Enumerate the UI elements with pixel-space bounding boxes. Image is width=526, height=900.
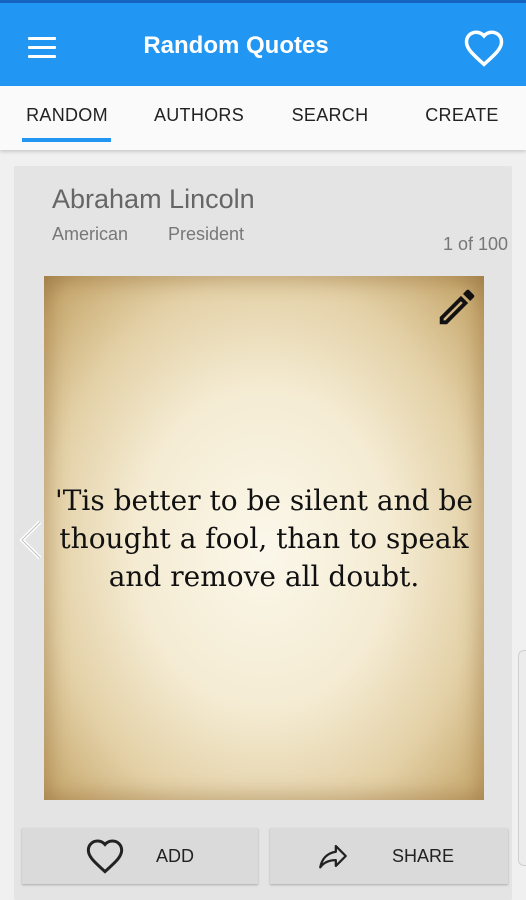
quote-line: and remove all doubt. xyxy=(108,560,420,593)
tab-authors[interactable]: AUTHORS xyxy=(140,86,258,150)
pencil-icon xyxy=(439,289,475,325)
heart-outline-icon xyxy=(464,30,504,67)
heart-outline-icon xyxy=(86,839,124,874)
edge-handle[interactable] xyxy=(518,650,526,866)
app-title: Random Quotes xyxy=(143,32,329,59)
author-name[interactable]: Abraham Lincoln xyxy=(52,184,255,215)
add-label: ADD xyxy=(156,846,195,866)
tab-search[interactable]: SEARCH xyxy=(276,86,384,150)
tab-bar: RANDOM AUTHORS SEARCH CREATE xyxy=(0,86,526,150)
previous-quote-button[interactable] xyxy=(14,518,46,562)
active-tab-indicator xyxy=(22,138,111,142)
favorites-button[interactable] xyxy=(462,27,506,69)
share-label: SHARE xyxy=(392,846,455,866)
app-bar: Random Quotes xyxy=(0,0,526,86)
author-nationality: American xyxy=(52,224,129,244)
edit-quote-button[interactable] xyxy=(434,284,480,330)
share-arrow-icon xyxy=(319,844,347,869)
tab-create[interactable]: CREATE xyxy=(408,86,516,150)
add-favorite-button[interactable]: ADD xyxy=(22,828,258,884)
quote-image: 'Tis better to be silent and be thought … xyxy=(44,276,484,800)
quote-line: thought a fool, than to speak xyxy=(59,522,469,555)
quote-text: 'Tis better to be silent and be thought … xyxy=(44,482,484,596)
quote-line: 'Tis better to be silent and be xyxy=(55,484,473,517)
author-profession: President xyxy=(168,224,245,244)
share-button[interactable]: SHARE xyxy=(270,828,508,884)
chevron-left-icon xyxy=(19,520,42,560)
quote-counter: 1 of 100 xyxy=(442,234,508,254)
